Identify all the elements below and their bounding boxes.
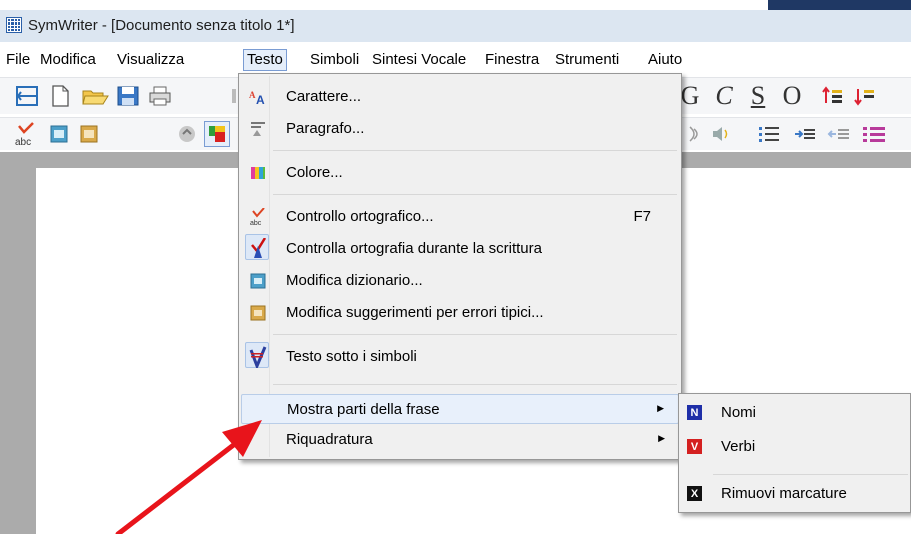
- annotation-arrow: [115, 420, 262, 534]
